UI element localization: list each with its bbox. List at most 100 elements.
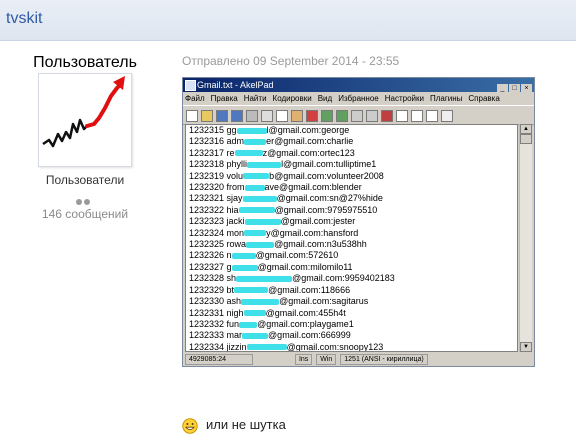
redaction-mask: [239, 321, 258, 328]
paste-icon: [291, 110, 303, 122]
line-prefix: adm: [226, 136, 245, 147]
line-suffix: l@gmail.com:george: [266, 125, 350, 135]
menu-item[interactable]: Файл: [185, 94, 205, 103]
avatar[interactable]: [38, 73, 132, 167]
redaction-mask: [243, 173, 270, 180]
maximize-icon: □: [509, 84, 520, 93]
line-id: 1232321: [189, 193, 227, 204]
print-icon: [246, 110, 258, 122]
redaction-mask: [246, 344, 287, 351]
find-icon: [351, 110, 363, 122]
line-prefix: ash: [226, 296, 242, 307]
scroll-up-icon[interactable]: ▲: [520, 124, 532, 134]
redaction-mask: [244, 230, 267, 237]
line-id: 1232320: [189, 182, 227, 193]
line-id: 1232318: [189, 159, 227, 170]
wrap-icon: [396, 110, 408, 122]
author-name[interactable]: tvskit: [6, 10, 42, 28]
line-prefix: hia: [226, 204, 239, 215]
text-line: 1232327 g @gmail.com:milomilo11: [186, 262, 517, 273]
window-controls: _ □ ×: [496, 80, 532, 94]
akelpad-text-area[interactable]: 1232315 gg l@gmail.com:george 1232316 adm e…: [185, 124, 518, 352]
menu-item[interactable]: Избранное: [338, 94, 379, 103]
akelpad-toolbar: [183, 105, 534, 125]
akelpad-menubar: Файл Правка Найти Кодировки Вид Избранное Наст…: [183, 92, 534, 105]
text-line: 1232324 mon y@gmail.com:hansford: [186, 228, 517, 239]
menu-item[interactable]: Справка: [468, 94, 499, 103]
line-id: 1232317: [189, 147, 227, 158]
text-line: 1232329 bt @gmail.com:118666: [186, 285, 517, 296]
line-suffix: @gmail.com:jester: [280, 216, 356, 227]
akelpad-titlebar: Gmail.txt - AkelPad _ □ ×: [183, 78, 534, 94]
line-prefix: mar: [226, 330, 243, 341]
minimize-icon: _: [497, 84, 508, 93]
menu-item[interactable]: Найти: [244, 94, 267, 103]
scroll-thumb[interactable]: [520, 134, 532, 144]
menu-item[interactable]: Настройки: [385, 94, 424, 103]
menu-item[interactable]: Плагины: [430, 94, 462, 103]
line-id: 1232319: [189, 170, 227, 181]
text-line: 1232319 volu b@gmail.com:volunteer2008: [186, 171, 517, 182]
akelpad-title: Gmail.txt - AkelPad: [197, 80, 274, 90]
menu-item[interactable]: Вид: [318, 94, 332, 103]
redaction-mask: [242, 332, 269, 339]
line-prefix: mon: [226, 227, 245, 238]
line-suffix: y@gmail.com:hansford: [266, 227, 359, 238]
line-prefix: gg: [226, 125, 237, 135]
redaction-mask: [247, 161, 282, 168]
text-line: 1232323 jacki @gmail.com:jester: [186, 216, 517, 227]
line-prefix: rowa: [226, 239, 247, 250]
post-date: Отправлено 09 September 2014 - 23:55: [182, 54, 400, 68]
line-suffix: @gmail.com:572610: [255, 250, 339, 261]
status-encoding: 1251 (ANSI - кириллица): [340, 354, 428, 365]
redaction-mask: [234, 150, 263, 157]
line-id: 1232329: [189, 284, 227, 295]
redaction-mask: [231, 253, 256, 260]
line-id: 1232331: [189, 307, 227, 318]
status-position: 4929085:24: [185, 354, 253, 365]
line-id: 1232324: [189, 227, 227, 238]
text-line: 1232320 from ave@gmail.com:blender: [186, 182, 517, 193]
vertical-scrollbar[interactable]: ▲ ▼: [519, 124, 532, 352]
text-line: 1232328 sh @gmail.com:9959402183: [186, 273, 517, 284]
text-line: 1232322 hia @gmail.com:9795975510: [186, 205, 517, 216]
line-prefix: sjay: [226, 193, 243, 204]
redaction-mask: [236, 275, 293, 282]
redaction-mask: [244, 184, 265, 191]
scroll-down-icon[interactable]: ▼: [520, 342, 532, 352]
replace-icon: [366, 110, 378, 122]
redaction-mask: [246, 241, 275, 248]
line-suffix: @gmail.com:666999: [268, 330, 351, 341]
avatar-image: [42, 76, 125, 148]
line-prefix: sh: [226, 273, 237, 284]
line-prefix: n: [226, 250, 232, 261]
save-all-icon: [231, 110, 243, 122]
menu-item[interactable]: Правка: [211, 94, 238, 103]
redaction-mask: [231, 264, 258, 271]
rank-pips: [76, 192, 92, 205]
extra-icon: [441, 110, 453, 122]
undo-icon: [321, 110, 333, 122]
close-icon: ×: [521, 84, 532, 93]
text-line: 1232330 ash @gmail.com:sagitarus: [186, 296, 517, 307]
line-suffix: z@gmail.com:ortec123: [262, 147, 355, 158]
line-suffix: @gmail.com:n3u538hh: [274, 239, 367, 250]
menu-item[interactable]: Кодировки: [273, 94, 312, 103]
line-prefix: g: [226, 261, 232, 272]
redaction-mask: [244, 218, 281, 225]
text-line: 1232316 adm er@gmail.com:charlie: [186, 136, 517, 147]
line-id: 1232328: [189, 273, 227, 284]
line-id: 1232332: [189, 318, 227, 329]
line-suffix: @gmail.com:9795975510: [274, 204, 378, 215]
status-ins: Ins: [294, 354, 313, 365]
text-line: 1232315 gg l@gmail.com:george: [186, 125, 517, 136]
line-id: 1232333: [189, 330, 227, 341]
delete-icon: [306, 110, 318, 122]
redo-icon: [336, 110, 348, 122]
line-id: 1232325: [189, 239, 227, 250]
post-count: 146 сообщений: [41, 207, 129, 221]
line-id: 1232334: [189, 341, 227, 352]
akelpad-screenshot[interactable]: Gmail.txt - AkelPad _ □ × Файл Правка Найти К…: [182, 77, 535, 367]
line-prefix: volu: [226, 170, 244, 181]
line-prefix: fun: [226, 318, 240, 329]
